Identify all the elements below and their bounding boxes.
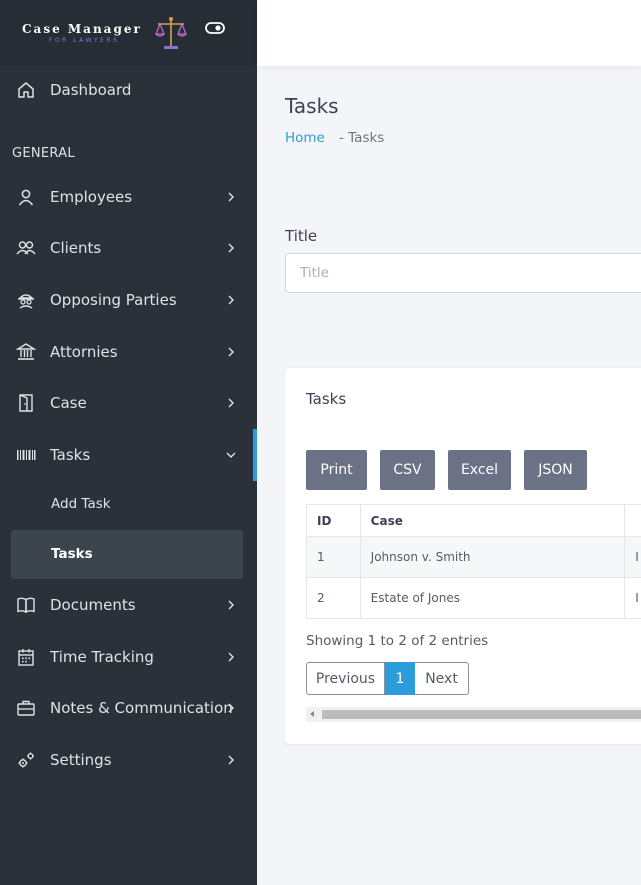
sidebar-item-label: Time Tracking (50, 648, 154, 666)
door-icon (19, 394, 33, 412)
table-row[interactable]: 1 Johnson v. Smith I (306, 536, 641, 578)
column-header-id[interactable]: ID (306, 504, 361, 537)
sidebar-item-label: Notes & Communication (50, 699, 233, 717)
brand-subtitle: FOR LAWYERS (49, 37, 120, 44)
sidebar-item-label: Tasks (50, 446, 91, 464)
chevron-right-icon (228, 192, 234, 202)
spy-icon (18, 294, 34, 309)
active-indicator (253, 429, 257, 481)
chevron-right-icon (228, 652, 234, 662)
cell-id: 2 (306, 577, 361, 619)
next-page-button[interactable]: Next (415, 662, 469, 695)
toggle-icon[interactable] (205, 20, 225, 36)
title-field-label: Title (285, 227, 318, 245)
tasks-table: ID Case 1 Johnson v. Smith I 2 Estate of… (306, 504, 641, 619)
sidebar-item-notes-communication[interactable]: Notes & Communication (0, 686, 257, 730)
scrollbar-thumb[interactable] (322, 710, 641, 719)
sidebar-item-tasks[interactable]: Tasks (0, 433, 257, 477)
scroll-left-icon[interactable] (310, 711, 314, 717)
users-icon (16, 241, 36, 255)
page-title: Tasks (285, 94, 339, 118)
submenu-tasks[interactable]: Tasks (11, 530, 243, 579)
sidebar-item-label: Attornies (50, 343, 118, 361)
sidebar-item-label: Employees (50, 188, 133, 206)
card-title: Tasks (306, 390, 347, 408)
briefcase-icon (17, 700, 35, 716)
sidebar-item-label: Dashboard (50, 81, 132, 99)
current-page-button[interactable]: 1 (385, 662, 415, 695)
sidebar-item-label: Case (50, 394, 87, 412)
table-info: Showing 1 to 2 of 2 entries (306, 633, 489, 649)
brand-logo-text[interactable]: Case Manager FOR LAWYERS (22, 22, 142, 44)
print-button[interactable]: Print (306, 450, 367, 490)
column-header-case[interactable]: Case (359, 504, 626, 537)
chevron-right-icon (228, 347, 234, 357)
excel-button[interactable]: Excel (448, 450, 511, 490)
sidebar-item-dashboard[interactable]: Dashboard (0, 68, 257, 112)
table-header-row: ID Case (306, 504, 641, 537)
scales-of-justice-icon (155, 17, 187, 49)
cell-next: I (624, 577, 641, 619)
submenu-add-task[interactable]: Add Task (51, 496, 111, 512)
gears-icon (18, 752, 34, 768)
pagination: Previous 1 Next (306, 662, 469, 695)
chevron-down-icon (226, 452, 236, 458)
horizontal-scrollbar[interactable] (306, 707, 641, 722)
calendar-icon (18, 649, 34, 666)
previous-page-button[interactable]: Previous (306, 662, 385, 695)
csv-button[interactable]: CSV (380, 450, 435, 490)
sidebar-item-time-tracking[interactable]: Time Tracking (0, 635, 257, 679)
sidebar-item-label: Documents (50, 596, 136, 614)
column-header-next[interactable] (624, 504, 641, 537)
submenu-tasks-label: Tasks (51, 546, 93, 562)
top-bar (257, 0, 641, 66)
sidebar-item-settings[interactable]: Settings (0, 738, 257, 782)
barcode-icon (17, 450, 36, 460)
table-row[interactable]: 2 Estate of Jones I (306, 577, 641, 619)
json-button[interactable]: JSON (524, 450, 587, 490)
cell-next: I (624, 536, 641, 578)
sidebar-item-label: Opposing Parties (50, 291, 177, 309)
breadcrumb-current: - Tasks (339, 130, 385, 146)
sidebar-item-documents[interactable]: Documents (0, 583, 257, 627)
sidebar-item-attornies[interactable]: Attornies (0, 330, 257, 374)
breadcrumb-home-link[interactable]: Home (285, 130, 325, 146)
cell-case: Estate of Jones (359, 577, 626, 619)
bank-icon (16, 343, 36, 360)
sidebar-item-case[interactable]: Case (0, 381, 257, 425)
cell-case: Johnson v. Smith (359, 536, 626, 578)
sidebar-item-clients[interactable]: Clients (0, 226, 257, 270)
chevron-right-icon (228, 703, 234, 713)
sidebar-item-employees[interactable]: Employees (0, 175, 257, 219)
brand-bar: Case Manager FOR LAWYERS (0, 0, 257, 66)
chevron-right-icon (228, 295, 234, 305)
sidebar: Case Manager FOR LAWYERS Dashboard GENER… (0, 0, 257, 885)
chevron-right-icon (228, 600, 234, 610)
sidebar-item-opposing-parties[interactable]: Opposing Parties (0, 278, 257, 322)
sidebar-section-general: GENERAL (12, 146, 75, 161)
chevron-right-icon (228, 755, 234, 765)
chevron-right-icon (228, 398, 234, 408)
home-icon (18, 82, 34, 98)
chevron-right-icon (228, 243, 234, 253)
book-icon (17, 597, 35, 614)
title-filter-input[interactable] (285, 253, 641, 293)
sidebar-item-label: Clients (50, 239, 102, 257)
brand-title: Case Manager (22, 22, 142, 36)
cell-id: 1 (306, 536, 361, 578)
sidebar-item-label: Settings (50, 751, 112, 769)
tasks-card: Tasks Print CSV Excel JSON ID Case 1 Joh… (285, 368, 641, 744)
user-icon (18, 189, 34, 206)
